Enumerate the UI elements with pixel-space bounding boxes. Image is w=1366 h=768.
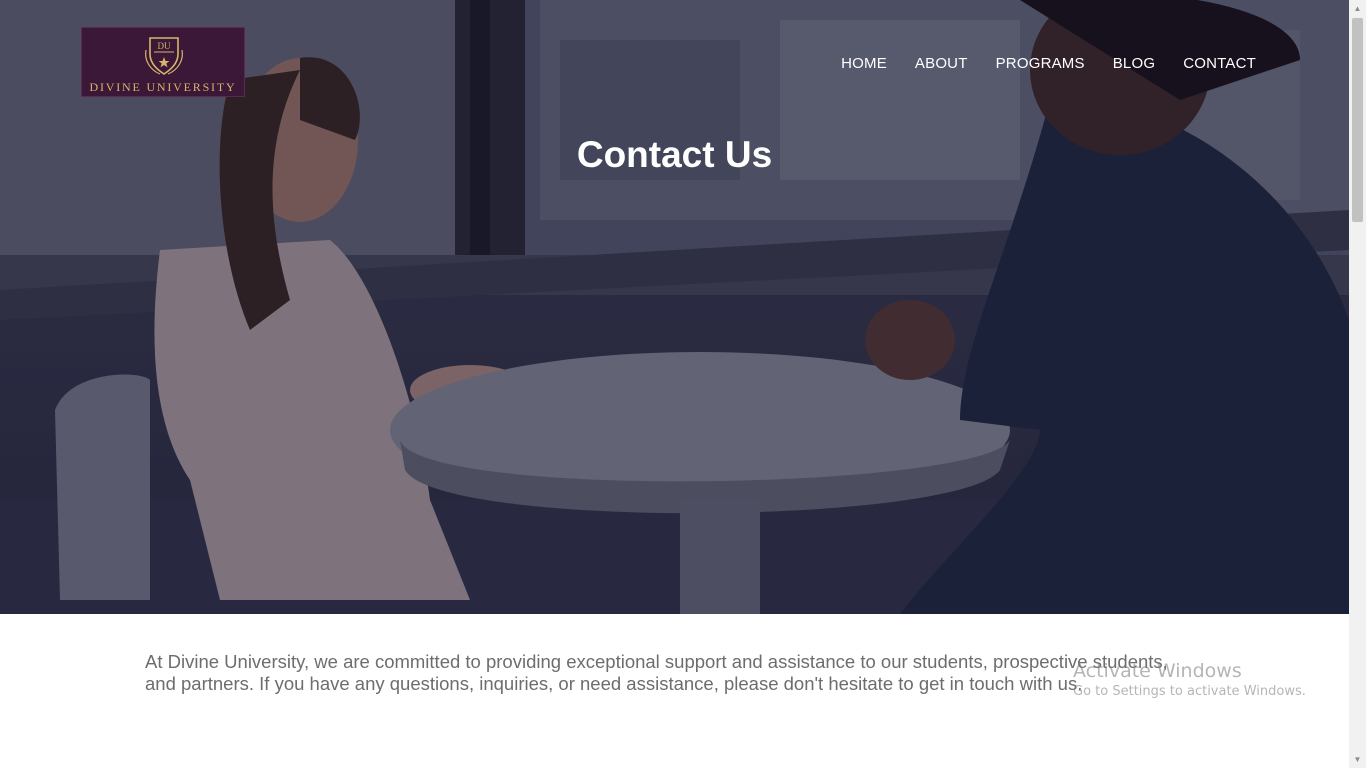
scroll-thumb[interactable] [1352,18,1363,222]
vertical-scrollbar[interactable]: ▲ ▼ [1349,0,1366,768]
nav-about[interactable]: ABOUT [915,55,968,72]
nav-programs[interactable]: PROGRAMS [996,55,1085,72]
main-nav: HOME ABOUT PROGRAMS BLOG CONTACT [841,55,1256,72]
nav-contact[interactable]: CONTACT [1183,55,1256,72]
nav-home[interactable]: HOME [841,55,887,72]
nav-blog[interactable]: BLOG [1113,55,1155,72]
logo-monogram: DU [158,41,171,51]
scroll-down-icon[interactable]: ▼ [1349,751,1366,768]
crest-icon: DU [145,37,183,75]
hero-section: DU DIVINE UNIVERSITY HOME ABOUT PROGRAMS… [0,0,1349,614]
watermark-subtitle: Go to Settings to activate Windows. [1073,684,1306,699]
watermark-title: Activate Windows [1073,660,1242,682]
logo-text: DIVINE UNIVERSITY [89,80,237,94]
page: DU DIVINE UNIVERSITY HOME ABOUT PROGRAMS… [0,0,1366,768]
scroll-up-icon[interactable]: ▲ [1349,0,1366,17]
intro-paragraph: At Divine University, we are committed t… [145,651,1168,694]
page-title: Contact Us [576,134,773,175]
activation-watermark: Activate Windows Go to Settings to activ… [1073,660,1306,699]
logo[interactable]: DU DIVINE UNIVERSITY [81,27,245,97]
